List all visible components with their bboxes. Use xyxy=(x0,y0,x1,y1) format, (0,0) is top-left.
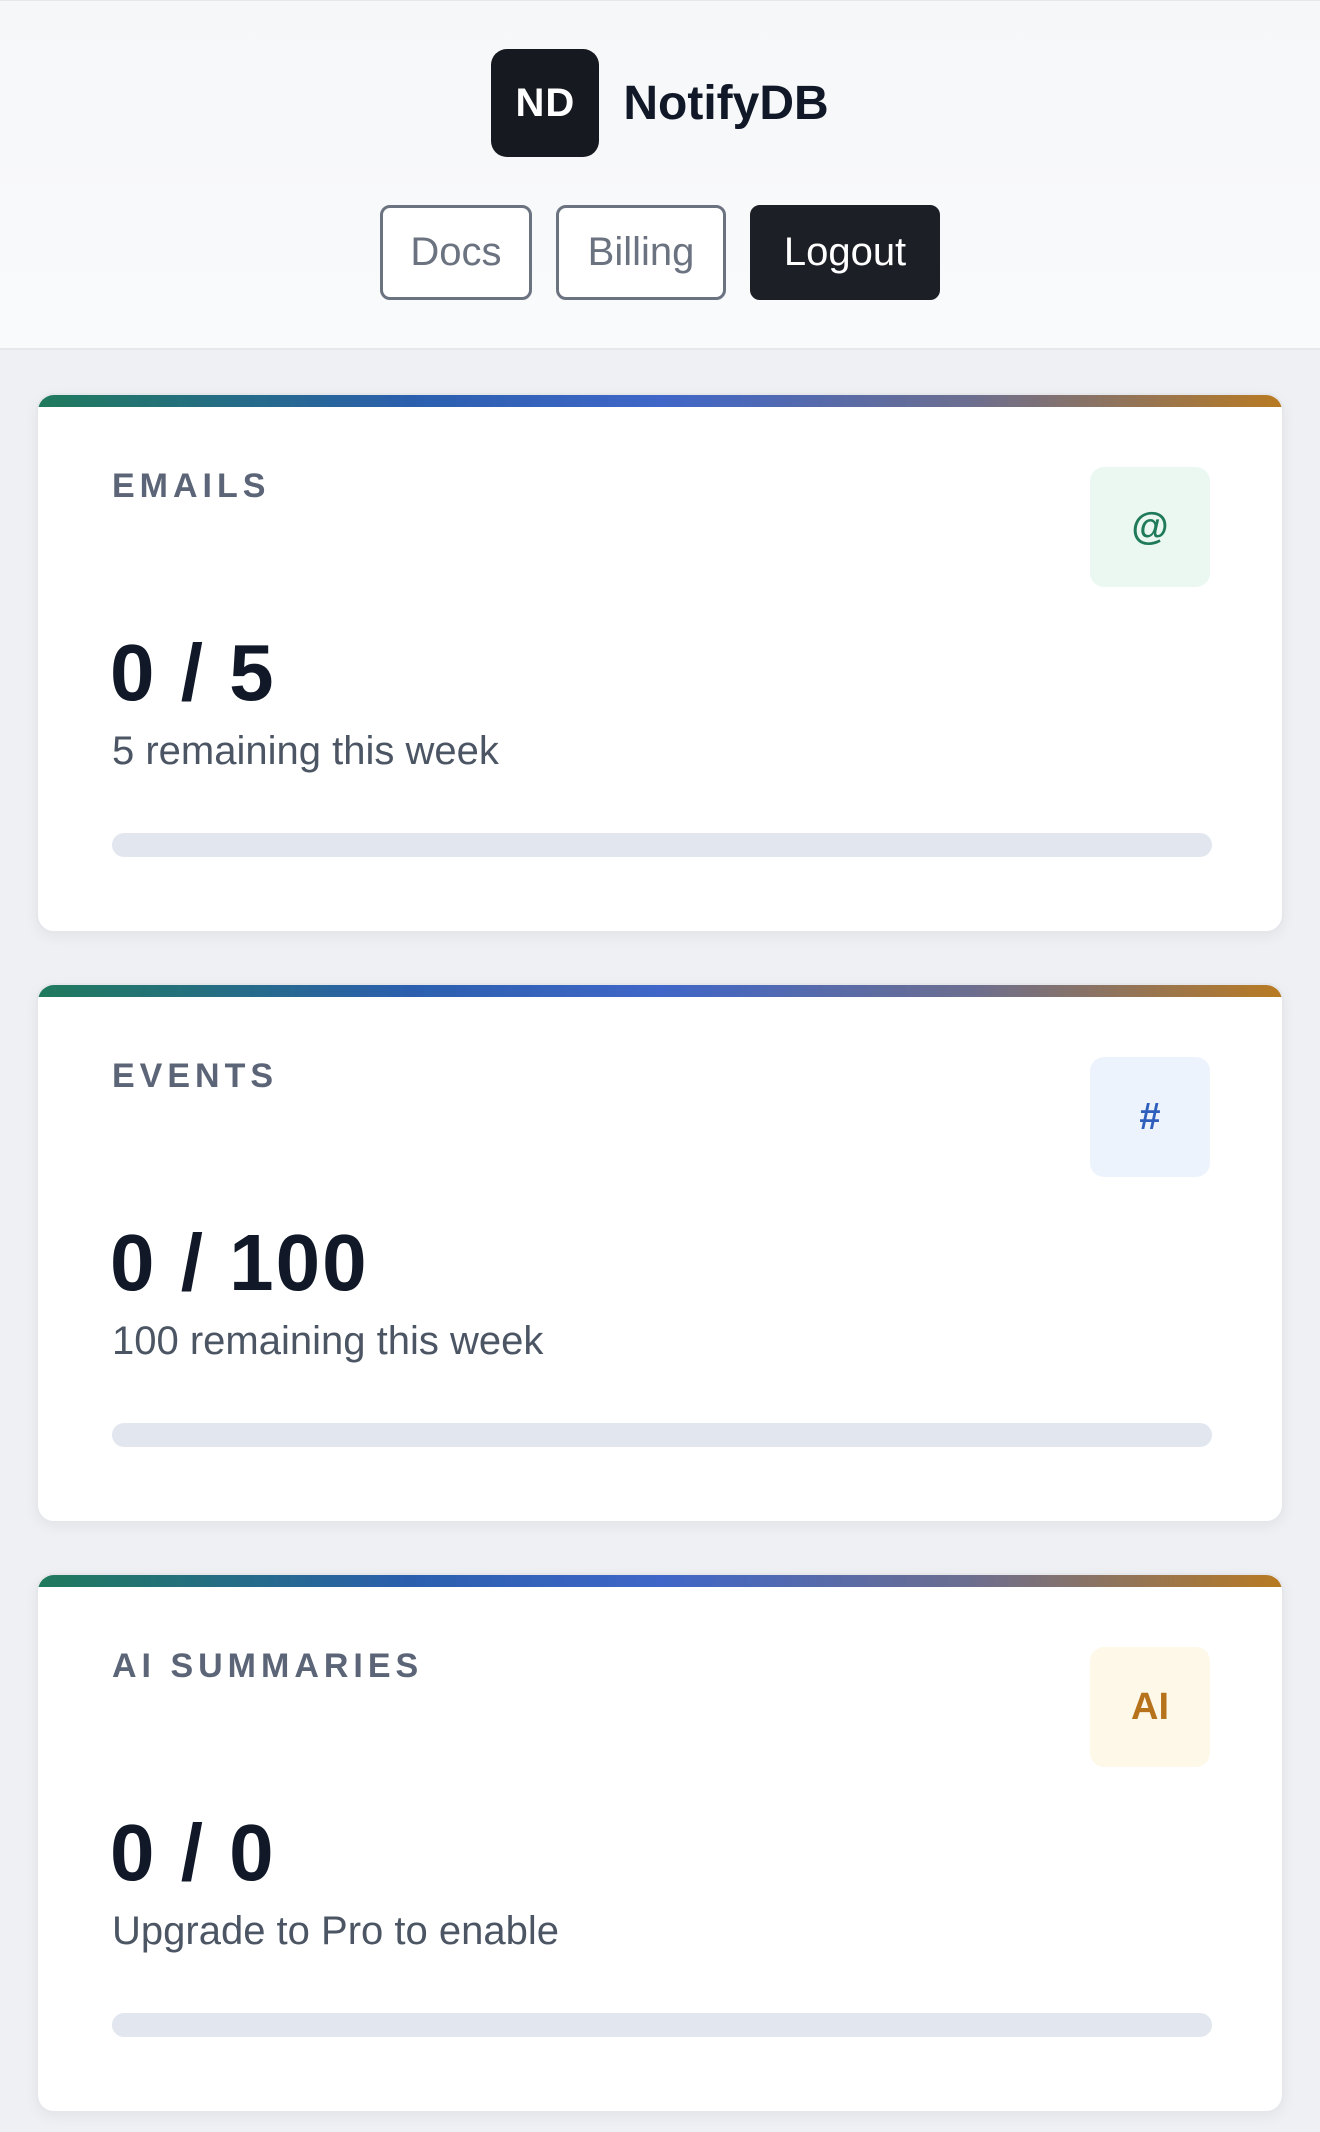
card-accent-bar xyxy=(38,1575,1282,1587)
brand[interactable]: ND NotifyDB xyxy=(0,49,1320,157)
brand-name: NotifyDB xyxy=(623,76,829,130)
card-accent-bar xyxy=(38,395,1282,407)
usage-subtitle: 100 remaining this week xyxy=(112,1319,544,1363)
emails-usage-card: EMAILS @ 0 / 5 5 remaining this week xyxy=(36,393,1284,933)
card-label: EMAILS xyxy=(112,467,271,505)
usage-progress-bar xyxy=(112,833,1212,857)
card-label: AI SUMMARIES xyxy=(112,1647,424,1685)
top-nav: Docs Billing Logout xyxy=(0,205,1320,300)
usage-subtitle: Upgrade to Pro to enable xyxy=(112,1909,559,1953)
logo-badge: ND xyxy=(491,49,600,157)
card-label: EVENTS xyxy=(112,1057,279,1095)
usage-progress-bar xyxy=(112,1423,1212,1447)
hash-icon: # xyxy=(1090,1057,1210,1177)
at-icon: @ xyxy=(1090,467,1210,587)
usage-value: 0 / 5 xyxy=(110,628,276,717)
usage-value: 0 / 100 xyxy=(110,1218,369,1307)
app-header: ND NotifyDB Docs Billing Logout xyxy=(0,0,1320,350)
usage-progress-bar xyxy=(112,2013,1212,2037)
usage-value: 0 / 0 xyxy=(110,1808,276,1897)
docs-button[interactable]: Docs xyxy=(380,205,532,300)
events-usage-card: EVENTS # 0 / 100 100 remaining this week xyxy=(36,983,1284,1523)
logout-button[interactable]: Logout xyxy=(750,205,940,300)
card-accent-bar xyxy=(38,985,1282,997)
billing-button[interactable]: Billing xyxy=(556,205,726,300)
usage-subtitle: 5 remaining this week xyxy=(112,729,499,773)
ai-summaries-usage-card: AI SUMMARIES AI 0 / 0 Upgrade to Pro to … xyxy=(36,1573,1284,2113)
ai-icon: AI xyxy=(1090,1647,1210,1767)
